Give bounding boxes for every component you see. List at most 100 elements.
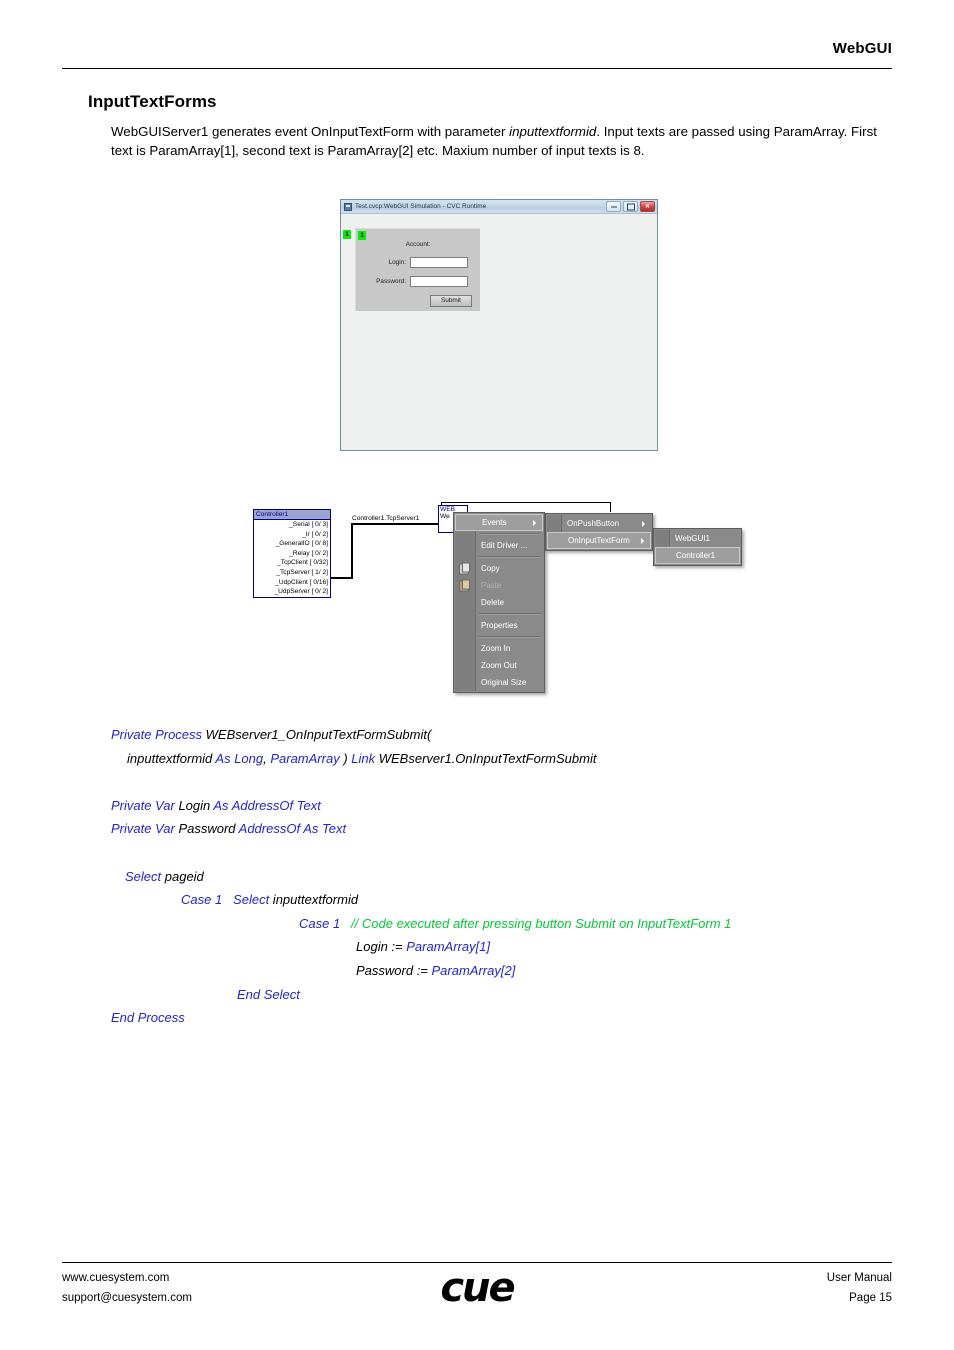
controller-port[interactable]: _Relay [ 0/ 2] — [254, 549, 330, 559]
footer-page-number: Page 15 — [849, 1292, 892, 1304]
menu-item-label: Copy — [481, 564, 500, 573]
code-text: WEBserver1_OnInputTextFormSubmit( — [205, 727, 432, 742]
code-keyword: ParamArray[1] — [406, 939, 491, 955]
target-item-webgui1[interactable]: WebGUI1 — [655, 530, 740, 547]
menu-item-label: Properties — [481, 621, 518, 630]
code-keyword: Private Var — [111, 821, 175, 837]
copy-icon — [459, 562, 470, 574]
menu-item-label: Controller1 — [676, 551, 716, 560]
header-rule — [62, 68, 892, 69]
menu-item-label: Original Size — [481, 678, 527, 687]
code-keyword: Link — [351, 750, 376, 766]
footer-meta: User Manual Page 15 — [827, 1268, 892, 1308]
page-title: InputTextForms — [88, 92, 217, 111]
code-keyword: Private Process — [111, 727, 206, 742]
menu-item-original-size[interactable]: Original Size — [455, 674, 543, 691]
menu-item-paste: Paste — [455, 577, 543, 594]
footer-rule — [62, 1262, 892, 1263]
page-header: WebGUI — [62, 40, 892, 58]
footer-doc-type: User Manual — [826, 1272, 892, 1284]
controller-port[interactable]: _UdpServer [ 0/ 2] — [254, 587, 330, 597]
chevron-right-icon — [642, 520, 645, 527]
chevron-right-icon — [641, 537, 644, 544]
code-text: Login — [174, 797, 214, 813]
code-keyword: End Select — [237, 986, 300, 1002]
controller-port[interactable]: _TcpServer [ 1/ 2] — [254, 568, 330, 578]
menu-item-zoom-in[interactable]: Zoom In — [455, 640, 543, 657]
close-icon[interactable]: ✕ — [640, 201, 655, 212]
simulation-window-title: Test.cvcp:WebGUI Simulation - CVC Runtim… — [355, 203, 487, 210]
code-line: Password := ParamArray[2] — [0, 959, 954, 983]
menu-item-properties[interactable]: Properties — [455, 617, 543, 634]
menu-separator — [479, 636, 541, 638]
wire-segment-h2 — [351, 523, 441, 525]
form-caption: Account: — [405, 241, 431, 248]
simulation-titlebar[interactable]: Test.cvcp:WebGUI Simulation - CVC Runtim… — [341, 200, 657, 214]
code-line: Private Var Login As AddressOf Text — [0, 794, 954, 818]
minimize-button[interactable] — [606, 201, 621, 212]
controller-port[interactable]: _TcpClient [ 0/32] — [254, 558, 330, 568]
wire-segment-v1 — [351, 523, 353, 579]
paragraph-pre: WebGUIServer1 generates event OnInputTex… — [111, 124, 510, 139]
code-keyword: ParamArray — [270, 750, 340, 766]
controller-port[interactable]: _Ir [ 0/ 2] — [254, 530, 330, 540]
code-keyword: Select — [125, 868, 162, 884]
chevron-right-icon — [533, 519, 536, 526]
menu-item-label: Zoom Out — [481, 661, 517, 670]
menu-separator — [479, 533, 541, 535]
event-item-oninputtextform[interactable]: OnInputTextForm — [547, 532, 651, 549]
menu-separator — [479, 556, 541, 558]
code-line: Case 1 // Code executed after pressing b… — [0, 912, 954, 936]
maximize-button[interactable] — [623, 201, 638, 212]
controller-port[interactable]: _GeneralIO [ 0/ 8] — [254, 539, 330, 549]
password-label: Password: — [376, 278, 406, 285]
target-item-controller1[interactable]: Controller1 — [655, 547, 740, 564]
code-keyword: Case 1 — [299, 915, 341, 931]
event-item-onpushbutton[interactable]: OnPushButton — [547, 515, 651, 532]
code-text: Login := — [356, 939, 407, 955]
submit-button[interactable]: Submit — [430, 295, 472, 307]
event-targets-submenu[interactable]: WebGUI1 Controller1 — [653, 528, 742, 566]
code-line: Select pageid — [0, 865, 954, 889]
code-text: Password := — [356, 962, 432, 978]
menu-item-copy[interactable]: Copy — [455, 560, 543, 577]
form-badge: 1 — [358, 231, 366, 240]
code-line: Case 1 Select inputtextformid — [0, 888, 954, 912]
header-title: WebGUI — [832, 40, 892, 57]
menu-item-delete[interactable]: Delete — [455, 594, 543, 611]
section-paragraph: WebGUIServer1 generates event OnInputTex… — [111, 122, 891, 160]
code-line: Private Process WEBserver1_OnInputTextFo… — [0, 723, 954, 747]
password-input[interactable] — [410, 276, 468, 287]
menu-item-zoom-out[interactable]: Zoom Out — [455, 657, 543, 674]
controller-node[interactable]: Controller1 _Serial [ 0/ 3] _Ir [ 0/ 2] _G… — [253, 509, 331, 598]
events-submenu[interactable]: OnPushButton OnInputTextForm — [545, 513, 653, 551]
connection-label: Controller1.TcpServer1 — [352, 515, 420, 522]
window-badge: 1 — [343, 230, 351, 239]
code-text: inputtextformid — [269, 892, 359, 908]
code-line: End Process — [0, 1006, 954, 1030]
menu-separator — [479, 613, 541, 615]
code-text: ) — [339, 750, 352, 766]
menu-item-events[interactable]: Events — [455, 514, 543, 531]
menu-item-edit-driver[interactable]: Edit Driver ... — [455, 537, 543, 554]
code-keyword: As Long — [215, 750, 264, 766]
controller-node-title: Controller1 — [254, 510, 330, 520]
code-keyword: Case 1 — [181, 892, 223, 908]
code-line — [0, 770, 954, 794]
window-buttons: ✕ — [606, 201, 655, 212]
app-icon — [344, 202, 352, 211]
password-row: Password: — [360, 276, 468, 287]
controller-port[interactable]: _UdpClient [ 0/16] — [254, 578, 330, 588]
login-row: Login: — [360, 257, 468, 268]
context-menu[interactable]: Events Edit Driver ... Copy Paste Delete Prop… — [453, 512, 545, 693]
menu-item-label: OnInputTextForm — [568, 536, 630, 545]
code-line: inputtextformid As Long, ParamArray ) Li… — [0, 747, 954, 771]
controller-port[interactable]: _Serial [ 0/ 3] — [254, 520, 330, 530]
menu-item-label: Zoom In — [481, 644, 511, 653]
code-text: WEBserver1.OnInputTextFormSubmit — [375, 750, 597, 766]
code-line — [0, 841, 954, 865]
login-input[interactable] — [410, 257, 468, 268]
